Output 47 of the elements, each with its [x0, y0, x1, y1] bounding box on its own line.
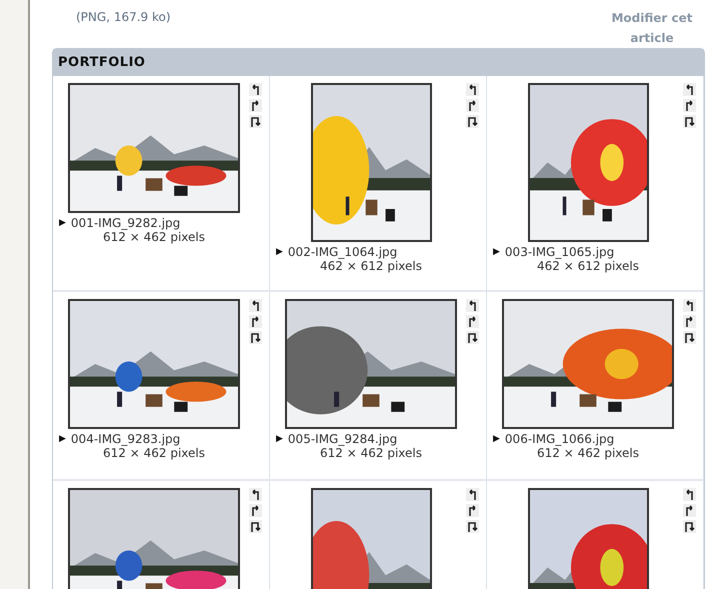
rotate-left-icon[interactable]	[466, 488, 479, 501]
arrow-icon: ▶	[59, 218, 66, 228]
rotate-right-icon[interactable]	[683, 315, 696, 328]
flip-icon[interactable]	[466, 331, 479, 344]
image-dimensions: 612 × 462 pixels	[537, 446, 639, 460]
file-link[interactable]: 006-IMG_1066.jpg	[504, 432, 614, 446]
rotate-right-icon[interactable]	[466, 99, 479, 112]
rotate-left-icon[interactable]	[683, 488, 696, 501]
rotate-right-icon[interactable]	[249, 504, 262, 517]
rotate-right-icon[interactable]	[466, 504, 479, 517]
flip-icon[interactable]	[249, 520, 262, 533]
rotate-right-icon[interactable]	[683, 99, 696, 112]
rotate-right-icon[interactable]	[683, 504, 696, 517]
rotate-left-icon[interactable]	[683, 83, 696, 96]
file-link[interactable]: 004-IMG_9283.jpg	[70, 432, 180, 446]
rotate-right-icon[interactable]	[249, 99, 262, 112]
file-link[interactable]: 002-IMG_1064.jpg	[288, 245, 398, 259]
arrow-icon: ▶	[59, 434, 66, 444]
arrow-icon: ▶	[493, 247, 500, 257]
image-dimensions: 612 × 462 pixels	[320, 446, 422, 460]
flip-icon[interactable]	[466, 115, 479, 128]
image-dimensions: 462 × 612 pixels	[537, 259, 639, 273]
rotate-right-icon[interactable]	[249, 315, 262, 328]
rotate-left-icon[interactable]	[466, 83, 479, 96]
rotate-left-icon[interactable]	[249, 83, 262, 96]
rotate-left-icon[interactable]	[249, 488, 262, 501]
file-link[interactable]: 005-IMG_9284.jpg	[288, 432, 398, 446]
file-link[interactable]: 003-IMG_1065.jpg	[504, 245, 614, 259]
image-dimensions: 462 × 612 pixels	[320, 259, 422, 273]
flip-icon[interactable]	[249, 331, 262, 344]
image-dimensions: 612 × 462 pixels	[103, 230, 205, 244]
file-link[interactable]: 001-IMG_9282.jpg	[70, 216, 180, 230]
flip-icon[interactable]	[683, 520, 696, 533]
portfolio-title: PORTFOLIO	[53, 49, 704, 76]
rotate-left-icon[interactable]	[466, 299, 479, 312]
flip-icon[interactable]	[249, 115, 262, 128]
flip-icon[interactable]	[683, 115, 696, 128]
flip-icon[interactable]	[466, 520, 479, 533]
arrow-icon: ▶	[493, 434, 500, 444]
rotate-left-icon[interactable]	[683, 299, 696, 312]
arrow-icon: ▶	[276, 434, 283, 444]
flip-icon[interactable]	[683, 331, 696, 344]
file-info: (PNG, 167.9 ko)	[76, 10, 171, 24]
rotate-left-icon[interactable]	[249, 299, 262, 312]
arrow-icon: ▶	[276, 247, 283, 257]
image-dimensions: 612 × 462 pixels	[103, 446, 205, 460]
rotate-right-icon[interactable]	[466, 315, 479, 328]
